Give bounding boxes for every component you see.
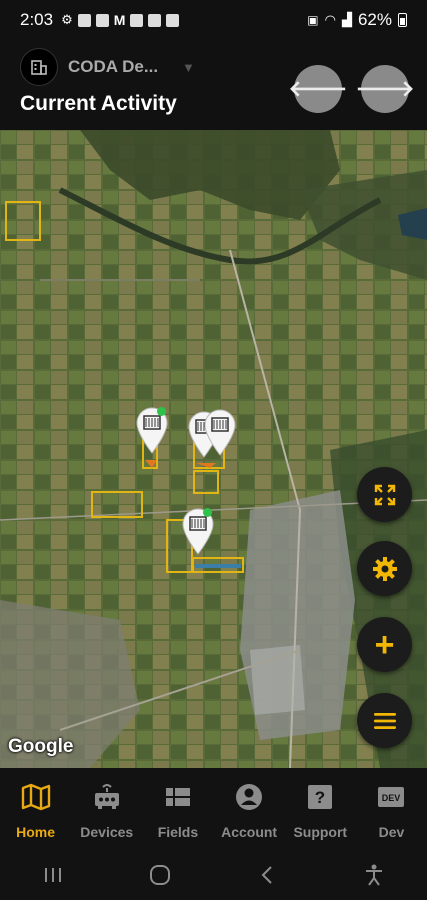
app-header: CODA De... ▼ Current Activity 🡐 🡒 xyxy=(0,40,427,130)
recents-icon xyxy=(45,868,62,882)
accessibility-icon xyxy=(365,864,382,886)
bottom-tab-bar: Home Devices Fields Account ? Support DE… xyxy=(0,768,427,850)
device-marker[interactable] xyxy=(180,507,216,555)
home-circle-icon xyxy=(150,865,171,885)
gear-icon xyxy=(372,556,397,581)
satellite-map[interactable]: Google + xyxy=(0,130,427,768)
tab-label: Account xyxy=(221,824,278,840)
wifi-icon: ◠ xyxy=(324,12,336,27)
system-navigation-bar xyxy=(0,850,427,900)
notification-icons: ⚙ M xyxy=(61,12,180,28)
add-button[interactable]: + xyxy=(357,617,412,672)
accessibility-button[interactable] xyxy=(354,860,394,890)
chevron-down-icon: ▼ xyxy=(182,59,195,75)
recent-apps-button[interactable] xyxy=(33,860,73,890)
tab-label: Devices xyxy=(80,824,134,840)
tab-label: Dev xyxy=(378,824,405,840)
home-button[interactable] xyxy=(140,860,180,890)
image-icon xyxy=(166,13,180,27)
expand-icon xyxy=(374,484,395,505)
gear-icon: ⚙ xyxy=(61,12,73,27)
settings-button[interactable] xyxy=(357,541,412,596)
signal-icon: ▟ xyxy=(341,12,352,27)
forward-button[interactable]: 🡒 xyxy=(356,65,415,113)
calendar-icon xyxy=(130,13,144,27)
arrow-left-icon: 🡐 xyxy=(288,76,348,101)
back-button[interactable]: 🡐 xyxy=(289,65,348,113)
svg-text:?: ? xyxy=(315,788,325,807)
mail-icon xyxy=(95,13,109,27)
menu-icon xyxy=(373,712,396,729)
page-title: Current Activity xyxy=(20,92,177,115)
device-icon xyxy=(94,784,119,809)
map-pin-icon xyxy=(204,409,236,456)
online-indicator xyxy=(157,407,166,416)
device-marker[interactable] xyxy=(202,408,238,456)
tab-label: Fields xyxy=(157,824,199,840)
svg-text:DEV: DEV xyxy=(382,793,401,803)
org-avatar xyxy=(20,48,58,86)
account-icon xyxy=(236,784,263,810)
status-time: 2:03 xyxy=(20,10,54,29)
dev-icon: DEV xyxy=(378,787,405,807)
tab-fields[interactable]: Fields xyxy=(142,768,213,850)
image-icon xyxy=(148,13,162,27)
battery-icon xyxy=(398,13,407,27)
tab-account[interactable]: Account xyxy=(214,768,285,850)
question-icon: ? xyxy=(308,785,333,809)
online-indicator xyxy=(203,508,212,517)
arrow-right-icon: 🡒 xyxy=(355,76,415,101)
tab-devices[interactable]: Devices xyxy=(71,768,142,850)
tab-support[interactable]: ? Support xyxy=(285,768,356,850)
battery-percent: 62% xyxy=(357,10,392,29)
fit-bounds-button[interactable] xyxy=(357,467,412,522)
sim-icon: ▣ xyxy=(307,13,319,27)
calendar-icon xyxy=(77,13,91,27)
google-attribution: Google xyxy=(8,736,74,757)
back-nav-button[interactable] xyxy=(247,860,287,890)
gmail-icon: M xyxy=(113,12,126,28)
tab-label: Home xyxy=(16,824,56,840)
tab-dev[interactable]: DEV Dev xyxy=(356,768,427,850)
building-icon xyxy=(31,60,47,75)
map-icon xyxy=(21,783,50,811)
org-name: CODA De... xyxy=(68,57,159,76)
org-selector[interactable]: CODA De... ▼ xyxy=(20,48,195,86)
tab-home[interactable]: Home xyxy=(0,768,71,850)
device-marker[interactable] xyxy=(134,406,170,454)
fields-icon xyxy=(165,788,190,806)
tab-label: Support xyxy=(293,824,348,840)
chevron-left-icon xyxy=(261,866,272,884)
menu-button[interactable] xyxy=(357,693,412,748)
status-bar: 2:03 ⚙ M ▣ ◠ ▟ 62% xyxy=(0,0,427,40)
plus-icon: + xyxy=(374,625,395,664)
